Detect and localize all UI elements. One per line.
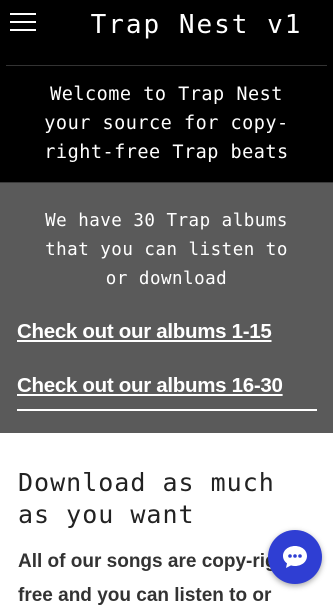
albums-1-15-link[interactable]: Check out our albums 1-15 <box>17 320 272 344</box>
albums-intro-line: We have 30 Trap albums <box>45 211 288 231</box>
welcome-line: your source for copy- <box>44 113 289 134</box>
welcome-line: right-free Trap beats <box>44 142 289 163</box>
body-line: free and you can listen to or <box>18 585 272 606</box>
hamburger-menu-icon[interactable] <box>10 11 36 33</box>
welcome-text: Welcome to Trap Nest your source for cop… <box>6 80 327 167</box>
chat-button[interactable] <box>268 530 322 584</box>
chat-bubble-icon <box>283 546 307 568</box>
welcome-line: Welcome to Trap Nest <box>50 84 283 105</box>
albums-intro-line: that you can listen to <box>45 240 288 260</box>
albums-section: We have 30 Trap albums that you can list… <box>0 182 333 433</box>
heading-line: Download as much <box>18 468 275 497</box>
download-heading: Download as much as you want <box>18 467 318 531</box>
albums-intro: We have 30 Trap albums that you can list… <box>10 207 323 294</box>
albums-16-30-link[interactable]: Check out our albums 16-30 <box>17 374 283 398</box>
albums-intro-line: or download <box>105 269 228 289</box>
heading-line: as you want <box>18 500 195 529</box>
site-header: Trap Nest v1 Welcome to Trap Nest your s… <box>0 0 333 182</box>
albums-divider <box>17 409 317 411</box>
header-divider <box>6 65 327 66</box>
site-title: Trap Nest v1 <box>90 10 303 40</box>
albums-top-border <box>0 182 333 183</box>
